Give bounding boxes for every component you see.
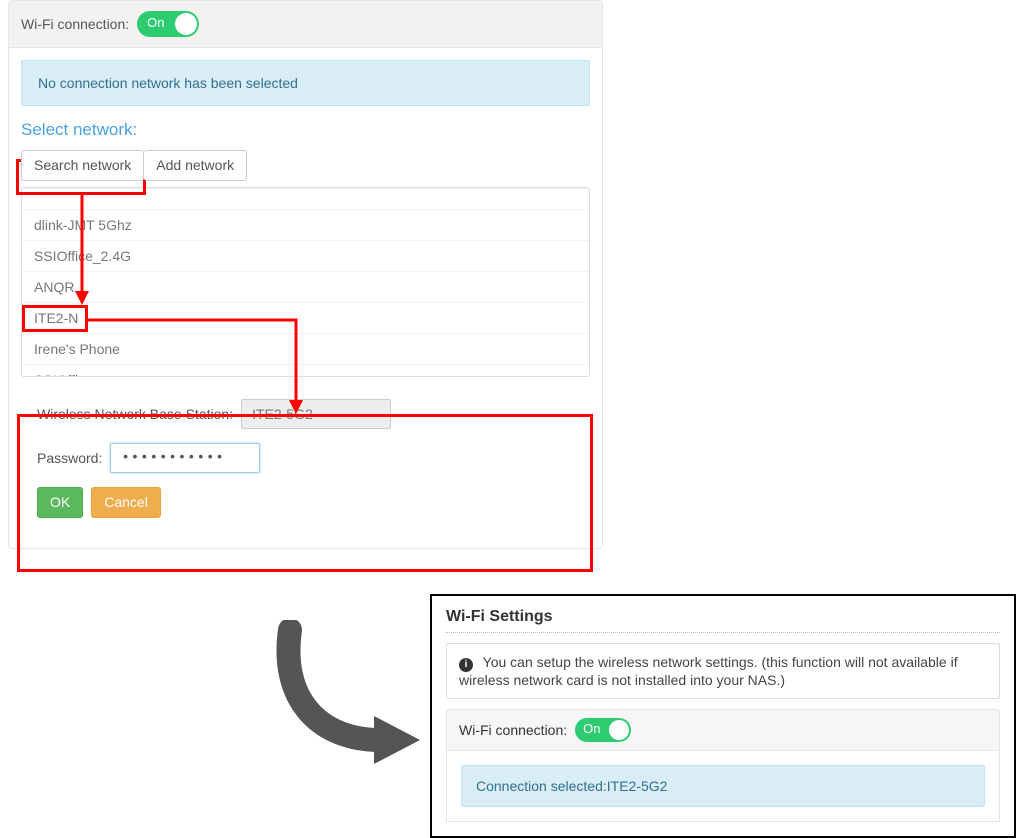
- network-tabs: Search network Add network: [21, 150, 247, 181]
- select-network-title: Select network:: [21, 120, 590, 140]
- network-item[interactable]: Irene's Phone: [22, 334, 589, 365]
- wifi-header-2: Wi-Fi connection: On: [446, 709, 1000, 751]
- wifi-toggle-2[interactable]: On: [575, 718, 631, 742]
- network-item[interactable]: ANQR: [22, 272, 589, 303]
- info-icon: i: [459, 658, 473, 672]
- password-label: Password:: [37, 450, 102, 466]
- search-network-button[interactable]: Search network: [21, 150, 144, 181]
- info-text: You can setup the wireless network setti…: [459, 654, 958, 688]
- toggle-knob-2: [609, 720, 629, 740]
- status-alert: No connection network has been selected: [21, 60, 590, 106]
- toggle-on-label: On: [147, 15, 164, 30]
- password-row: Password:: [37, 443, 574, 473]
- info-box: i You can setup the wireless network set…: [446, 643, 1000, 699]
- wifi-panel: Wi-Fi connection: On No connection netwo…: [8, 0, 603, 549]
- flow-arrow-icon: [270, 620, 430, 770]
- divider: [446, 632, 1000, 633]
- wifi-connection-label: Wi-Fi connection:: [21, 16, 129, 32]
- add-network-button[interactable]: Add network: [144, 150, 247, 181]
- wifi-settings-body: Connection selected:ITE2-5G2: [446, 751, 1000, 822]
- credentials-form: Wireless Network Base Station: Password:…: [21, 377, 590, 536]
- network-item[interactable]: [22, 188, 589, 210]
- toggle-on-label-2: On: [583, 721, 600, 736]
- network-item[interactable]: ITE2-N: [22, 303, 589, 334]
- form-buttons: OK Cancel: [37, 487, 574, 518]
- base-station-label: Wireless Network Base Station:: [37, 406, 233, 422]
- wifi-connection-label-2: Wi-Fi connection:: [459, 722, 567, 738]
- wifi-toggle[interactable]: On: [137, 11, 199, 37]
- wifi-header: Wi-Fi connection: On: [9, 1, 602, 48]
- network-item[interactable]: SSIOffice_2.4G: [22, 241, 589, 272]
- ok-button[interactable]: OK: [37, 487, 83, 518]
- cancel-button[interactable]: Cancel: [91, 487, 161, 518]
- network-item[interactable]: dlink-JMT 5Ghz: [22, 210, 589, 241]
- wifi-panel-body: No connection network has been selected …: [9, 48, 602, 548]
- connection-selected-alert: Connection selected:ITE2-5G2: [461, 765, 985, 807]
- base-station-field: [241, 399, 391, 429]
- toggle-knob: [175, 13, 197, 35]
- base-station-row: Wireless Network Base Station:: [37, 399, 574, 429]
- wifi-settings-result-panel: Wi-Fi Settings i You can setup the wirel…: [430, 594, 1016, 838]
- password-field[interactable]: [110, 443, 260, 473]
- network-list[interactable]: dlink-JMT 5Ghz SSIOffice_2.4G ANQR ITE2-…: [21, 187, 590, 377]
- network-item[interactable]: SSIOffice: [22, 365, 589, 377]
- wifi-settings-title: Wi-Fi Settings: [446, 608, 1000, 626]
